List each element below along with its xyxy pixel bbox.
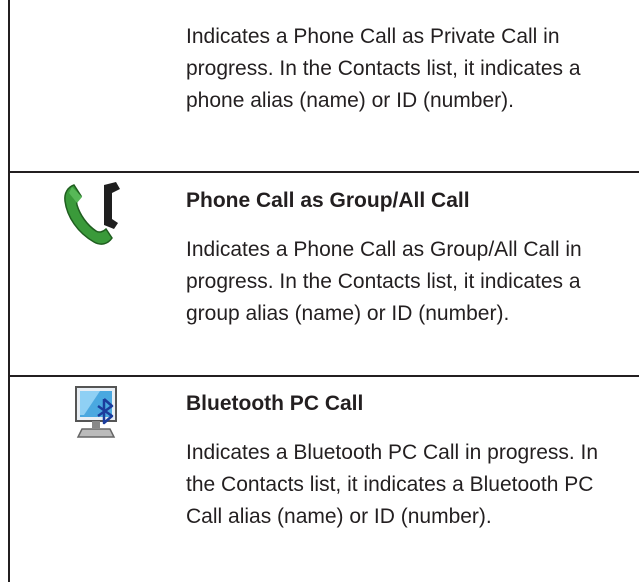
table-row: Indicates a Phone Call as Private Call i… [186, 21, 626, 117]
bluetooth-pc-call-icon [75, 386, 117, 438]
bluetooth-pc-call-title: Bluetooth PC Call [186, 392, 364, 415]
phone-call-group-title: Phone Call as Group/All Call [186, 189, 470, 212]
table-row: Indicates a Bluetooth PC Call in progres… [186, 437, 626, 533]
bluetooth-pc-call-description: Indicates a Bluetooth PC Call in progres… [186, 441, 599, 528]
table-row: Phone Call as Group/All Call [186, 187, 626, 215]
phone-call-group-icon [64, 182, 120, 245]
table-row: Bluetooth PC Call [186, 390, 626, 418]
row-divider [8, 171, 639, 173]
phone-call-group-description: Indicates a Phone Call as Group/All Call… [186, 238, 582, 325]
row-divider [8, 375, 639, 377]
table-left-border [8, 0, 10, 582]
phone-call-private-description: Indicates a Phone Call as Private Call i… [186, 25, 581, 112]
table-row: Indicates a Phone Call as Group/All Call… [186, 234, 626, 330]
